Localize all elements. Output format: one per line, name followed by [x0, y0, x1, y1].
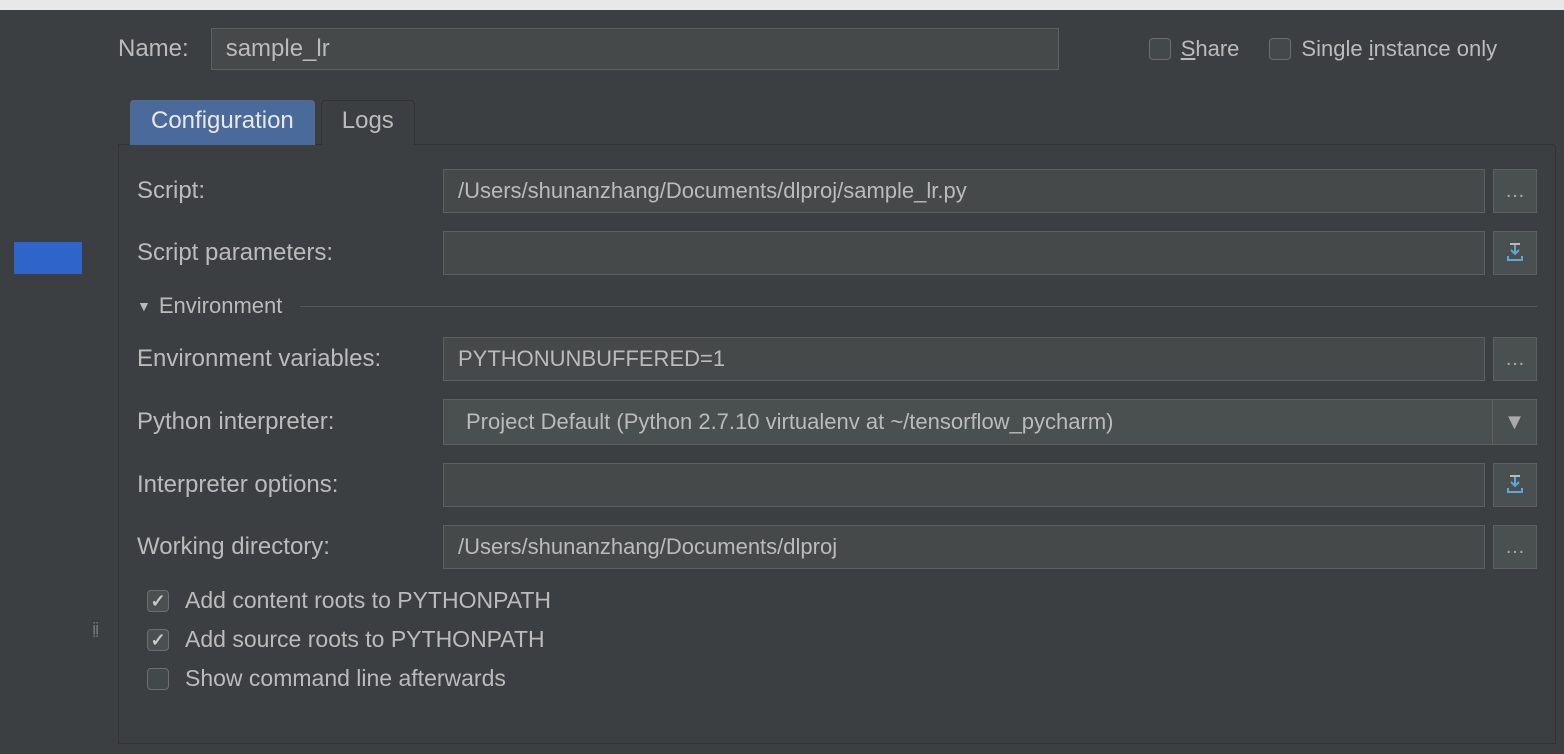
environment-section-header[interactable]: ▼ Environment [137, 293, 1537, 319]
checkbox-icon [147, 629, 169, 651]
single-instance-label: Single instance only [1301, 36, 1497, 62]
script-params-input[interactable] [443, 231, 1485, 275]
name-input[interactable] [211, 28, 1059, 70]
env-vars-label: Environment variables: [137, 345, 443, 373]
dropdown-arrow-button[interactable]: ▼ [1492, 400, 1536, 444]
checkbox-icon [1149, 38, 1171, 60]
single-instance-checkbox[interactable]: Single instance only [1269, 36, 1497, 62]
working-dir-browse-button[interactable]: … [1493, 525, 1537, 569]
interpreter-options-expand-button[interactable] [1493, 463, 1537, 507]
config-tree-sidebar[interactable]: ⠿⠿⠿ [0, 10, 82, 754]
show-cmd-line-checkbox[interactable]: Show command line afterwards [147, 665, 1537, 692]
tab-configuration[interactable]: Configuration [130, 100, 315, 145]
ellipsis-icon: … [1505, 536, 1525, 559]
share-checkbox[interactable]: Share [1149, 36, 1240, 62]
interpreter-label: Python interpreter: [137, 408, 443, 436]
ellipsis-icon: … [1505, 180, 1525, 203]
chevron-down-icon: ▼ [1504, 409, 1526, 435]
env-vars-edit-button[interactable]: … [1493, 337, 1537, 381]
share-label: Share [1181, 36, 1240, 62]
checkbox-icon [1269, 38, 1291, 60]
configuration-panel: Script: … Script parameters: [118, 144, 1556, 744]
add-content-roots-label: Add content roots to PYTHONPATH [185, 587, 551, 614]
add-source-roots-checkbox[interactable]: Add source roots to PYTHONPATH [147, 626, 1537, 653]
checkbox-icon [147, 668, 169, 690]
script-params-expand-button[interactable] [1493, 231, 1537, 275]
sidebar-selected-item[interactable] [14, 242, 82, 274]
working-dir-input[interactable] [443, 525, 1485, 569]
interpreter-options-input[interactable] [443, 463, 1485, 507]
checkbox-icon [147, 590, 169, 612]
script-browse-button[interactable]: … [1493, 169, 1537, 213]
show-cmd-line-label: Show command line afterwards [185, 665, 506, 692]
add-source-roots-label: Add source roots to PYTHONPATH [185, 626, 545, 653]
add-content-roots-checkbox[interactable]: Add content roots to PYTHONPATH [147, 587, 1537, 614]
interpreter-value: Project Default (Python 2.7.10 virtualen… [444, 409, 1492, 435]
section-divider [300, 306, 1537, 307]
script-params-label: Script parameters: [137, 239, 443, 267]
script-input[interactable] [443, 169, 1485, 213]
window-titlebar [0, 0, 1564, 10]
ellipsis-icon: … [1505, 348, 1525, 371]
interpreter-options-label: Interpreter options: [137, 471, 443, 499]
env-vars-input[interactable] [443, 337, 1485, 381]
environment-section-label: Environment [159, 293, 283, 319]
interpreter-dropdown[interactable]: Project Default (Python 2.7.10 virtualen… [443, 399, 1537, 445]
tab-logs[interactable]: Logs [321, 100, 415, 145]
script-label: Script: [137, 177, 443, 205]
collapse-triangle-icon: ▼ [137, 298, 151, 314]
name-label: Name: [118, 35, 189, 63]
expand-field-icon [1504, 474, 1526, 496]
expand-field-icon [1504, 242, 1526, 264]
working-dir-label: Working directory: [137, 533, 443, 561]
